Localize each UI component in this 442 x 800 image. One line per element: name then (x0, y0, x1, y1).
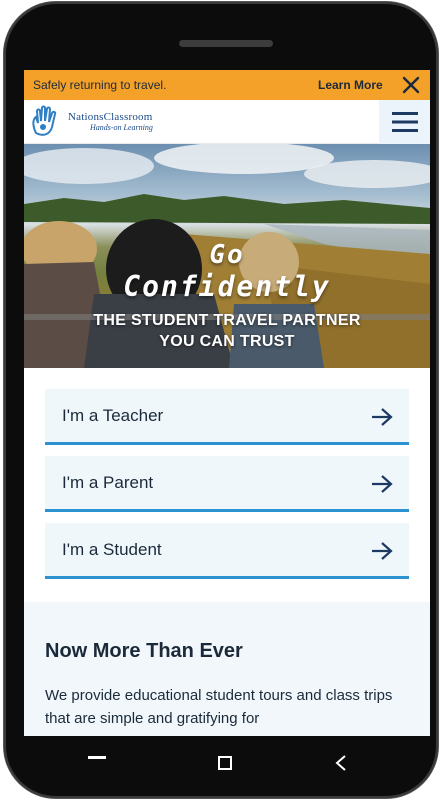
student-button[interactable]: I'm a Student (45, 523, 409, 579)
info-section: Now More Than Ever We provide educationa… (24, 602, 430, 736)
hero-subtitle-line2: YOU CAN TRUST (159, 333, 295, 350)
phone-frame: Safely returning to travel. Learn More N… (4, 2, 438, 798)
role-label: I'm a Student (62, 539, 162, 559)
section-heading: Now More Than Ever (45, 640, 243, 662)
teacher-button[interactable]: I'm a Teacher (45, 389, 409, 445)
logo-name: NationsClassroom (68, 111, 153, 123)
menu-button[interactable] (379, 100, 430, 144)
logo-tagline: Hands-on Learning (90, 123, 153, 132)
arrow-right-icon (372, 475, 393, 493)
hamburger-menu-icon (391, 112, 418, 132)
role-label: I'm a Parent (62, 472, 154, 492)
recents-icon[interactable] (88, 756, 106, 759)
screen: Safely returning to travel. Learn More N… (24, 70, 430, 736)
announcement-text: Safely returning to travel. (33, 78, 167, 92)
back-icon[interactable] (334, 754, 348, 772)
learn-more-link[interactable]: Learn More (318, 78, 383, 92)
hero-subtitle-line1: THE STUDENT TRAVEL PARTNER (93, 312, 361, 329)
close-icon[interactable] (400, 74, 422, 96)
announcement-bar: Safely returning to travel. Learn More (24, 70, 430, 100)
site-header: NationsClassroom Hands-on Learning (24, 100, 430, 144)
arrow-right-icon (372, 542, 393, 560)
parent-button[interactable]: I'm a Parent (45, 456, 409, 512)
hero-title-line1: Go (209, 240, 245, 270)
arrow-right-icon (372, 408, 393, 426)
hero-title-line2: Confidently (123, 270, 331, 303)
hero-banner: Go Confidently THE STUDENT TRAVEL PARTNE… (24, 144, 430, 368)
site-logo[interactable]: NationsClassroom Hands-on Learning (28, 103, 188, 141)
hand-logo-icon (32, 105, 57, 136)
role-label: I'm a Teacher (62, 405, 164, 425)
home-icon[interactable] (218, 756, 232, 770)
hero-subtitle: THE STUDENT TRAVEL PARTNER YOU CAN TRUST (24, 310, 430, 352)
system-nav-bar (4, 736, 438, 792)
section-body: We provide educational student tours and… (45, 687, 393, 727)
phone-speaker (179, 40, 273, 47)
role-selector: I'm a Teacher I'm a Parent I'm a Student (24, 368, 430, 602)
